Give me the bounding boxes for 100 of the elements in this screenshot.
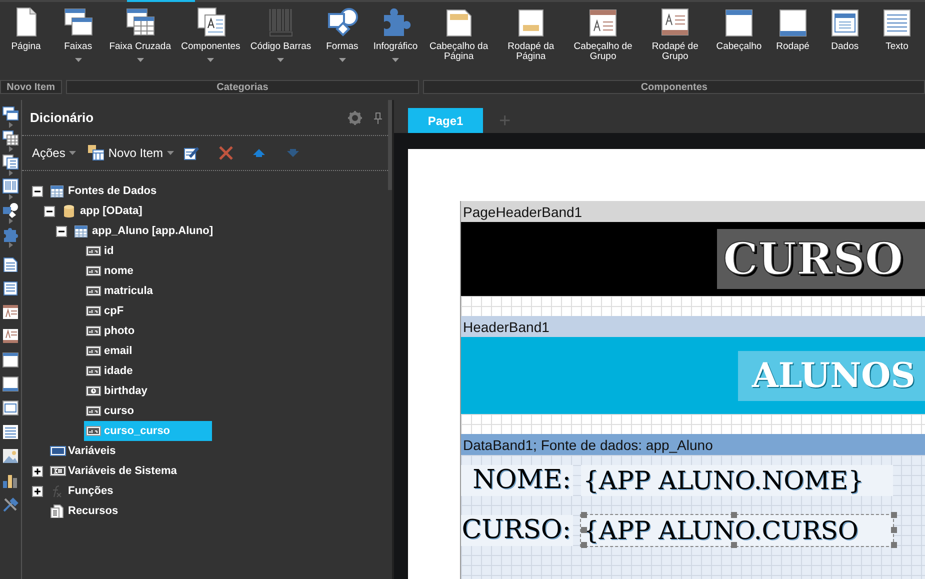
document-icon[interactable] bbox=[2, 256, 19, 272]
tree-item[interactable]: curso bbox=[84, 401, 142, 421]
collapse-toggle[interactable] bbox=[44, 206, 55, 216]
tree-item[interactable]: Variáveis de Sistema bbox=[48, 461, 185, 481]
panel-title: Dicionário bbox=[30, 110, 95, 125]
resize-handle[interactable] bbox=[581, 512, 587, 518]
documents-icon bbox=[50, 504, 66, 518]
tree-item[interactable]: Fontes de Dados bbox=[48, 181, 165, 201]
variable-icon bbox=[50, 444, 66, 458]
tools-icon[interactable] bbox=[2, 496, 19, 512]
tree-item[interactable]: app [OData] bbox=[60, 201, 150, 221]
ribbon-button[interactable]: Rodapé da Página bbox=[498, 4, 563, 78]
tree-item[interactable]: nome bbox=[84, 261, 142, 281]
resize-handle[interactable] bbox=[891, 527, 897, 533]
group-footer-icon bbox=[659, 6, 692, 38]
report-title[interactable]: CURSO bbox=[717, 229, 925, 289]
move-up-icon[interactable] bbox=[253, 149, 266, 157]
puzzle-icon[interactable] bbox=[2, 226, 19, 242]
actions-menu[interactable]: Ações bbox=[30, 144, 78, 162]
expand-arrow-icon[interactable] bbox=[8, 146, 12, 152]
list-icon[interactable] bbox=[2, 280, 19, 296]
settings-icon[interactable] bbox=[348, 110, 362, 124]
text-lines-icon[interactable] bbox=[2, 424, 19, 440]
tree-item[interactable]: email bbox=[84, 341, 140, 361]
abc-field-icon bbox=[86, 344, 102, 358]
abc-field-icon bbox=[86, 244, 102, 258]
caret-icon bbox=[69, 151, 76, 155]
ribbon-button[interactable]: Cabeçalho de Grupo bbox=[571, 4, 636, 78]
ribbon-button[interactable]: Rodapé de Grupo bbox=[643, 4, 708, 78]
ribbon-button[interactable]: Dados bbox=[822, 4, 867, 78]
ribbon-button[interactable]: Cabeçalho da Página bbox=[426, 4, 491, 78]
group-header-icon[interactable] bbox=[2, 304, 19, 320]
tree-item[interactable]: Variáveis bbox=[48, 441, 124, 461]
windows-icon[interactable] bbox=[2, 106, 19, 122]
ribbon-button[interactable]: Infográfico bbox=[372, 4, 419, 78]
group-footer-icon[interactable] bbox=[2, 328, 19, 344]
tree-item[interactable]: idade bbox=[84, 361, 141, 381]
field-label[interactable]: NOME: bbox=[461, 465, 573, 496]
header-band-icon[interactable] bbox=[2, 352, 19, 368]
tree-item[interactable]: Funções bbox=[48, 481, 122, 501]
abc-field-icon bbox=[86, 424, 102, 438]
expand-toggle[interactable] bbox=[32, 466, 43, 476]
ribbon-button[interactable]: Faixas bbox=[56, 4, 100, 78]
field-value[interactable]: {APP ALUNO.CURSO bbox=[581, 515, 893, 546]
table-icon bbox=[74, 224, 90, 238]
text-blocks-icon[interactable] bbox=[2, 154, 19, 170]
resize-handle[interactable] bbox=[581, 542, 587, 548]
band-title: HeaderBand1 bbox=[461, 316, 925, 337]
expand-arrow-icon[interactable] bbox=[8, 218, 12, 224]
ribbon-button[interactable]: Faixa Cruzada bbox=[108, 4, 172, 78]
collapse-toggle[interactable] bbox=[32, 186, 43, 196]
tree-item[interactable]: app_Aluno [app.Aluno] bbox=[72, 221, 221, 241]
ribbon-button[interactable]: Formas bbox=[320, 4, 364, 78]
tree-item[interactable]: birthday bbox=[84, 381, 156, 401]
expand-arrow-icon[interactable] bbox=[8, 122, 12, 128]
field-value[interactable]: {APP ALUNO.NOME} bbox=[581, 465, 893, 496]
image-icon[interactable] bbox=[2, 448, 19, 464]
group-label: Novo Item bbox=[0, 80, 62, 94]
tree-item[interactable]: photo bbox=[84, 321, 143, 341]
resize-handle[interactable] bbox=[891, 542, 897, 548]
barcode-icon[interactable] bbox=[2, 178, 19, 194]
shapes-icon[interactable] bbox=[2, 202, 19, 218]
caret-icon bbox=[167, 151, 174, 155]
abc-field-icon bbox=[86, 364, 102, 378]
resize-handle[interactable] bbox=[731, 542, 737, 548]
sigma-icon bbox=[50, 464, 66, 478]
expand-toggle[interactable] bbox=[32, 486, 43, 496]
ribbon-button[interactable]: Página bbox=[4, 4, 48, 78]
ribbon-button[interactable]: Código Barras bbox=[249, 4, 312, 78]
ribbon-button[interactable]: Rodapé bbox=[770, 4, 815, 78]
resize-handle[interactable] bbox=[731, 512, 737, 518]
delete-icon[interactable] bbox=[219, 146, 234, 160]
data-band-icon[interactable] bbox=[2, 400, 19, 416]
resize-handle[interactable] bbox=[581, 527, 587, 533]
tree-item[interactable]: matricula bbox=[84, 281, 161, 301]
collapse-toggle[interactable] bbox=[56, 226, 67, 236]
field-label[interactable]: CURSO: bbox=[461, 515, 573, 546]
edit-icon[interactable] bbox=[184, 146, 200, 160]
table-icon bbox=[50, 184, 66, 198]
band-title: DataBand1; Fonte de dados: app_Aluno bbox=[461, 434, 925, 455]
text-blocks-icon bbox=[194, 6, 227, 38]
abc-field-icon bbox=[86, 404, 102, 418]
expand-arrow-icon[interactable] bbox=[8, 242, 12, 248]
ribbon-button[interactable]: Componentes bbox=[180, 4, 242, 78]
pin-icon[interactable] bbox=[374, 112, 382, 124]
expand-arrow-icon[interactable] bbox=[8, 194, 12, 200]
tree-item[interactable]: cpF bbox=[84, 301, 132, 321]
table-icon[interactable] bbox=[2, 130, 19, 146]
footer-band-icon[interactable] bbox=[2, 376, 19, 392]
new-item-icon bbox=[88, 145, 104, 161]
expand-arrow-icon[interactable] bbox=[8, 170, 12, 176]
tree-item[interactable]: id bbox=[84, 241, 122, 261]
group-label: Categorias bbox=[66, 80, 420, 94]
resize-handle[interactable] bbox=[891, 512, 897, 518]
new-item-menu[interactable]: Novo Item bbox=[86, 143, 176, 163]
abc-field-icon bbox=[86, 284, 102, 298]
bar-chart-icon[interactable] bbox=[2, 472, 19, 488]
tree-item[interactable]: Recursos bbox=[48, 501, 126, 521]
ribbon-button[interactable]: Texto bbox=[875, 4, 919, 78]
ribbon-button[interactable]: Cabeçalho bbox=[715, 4, 763, 78]
